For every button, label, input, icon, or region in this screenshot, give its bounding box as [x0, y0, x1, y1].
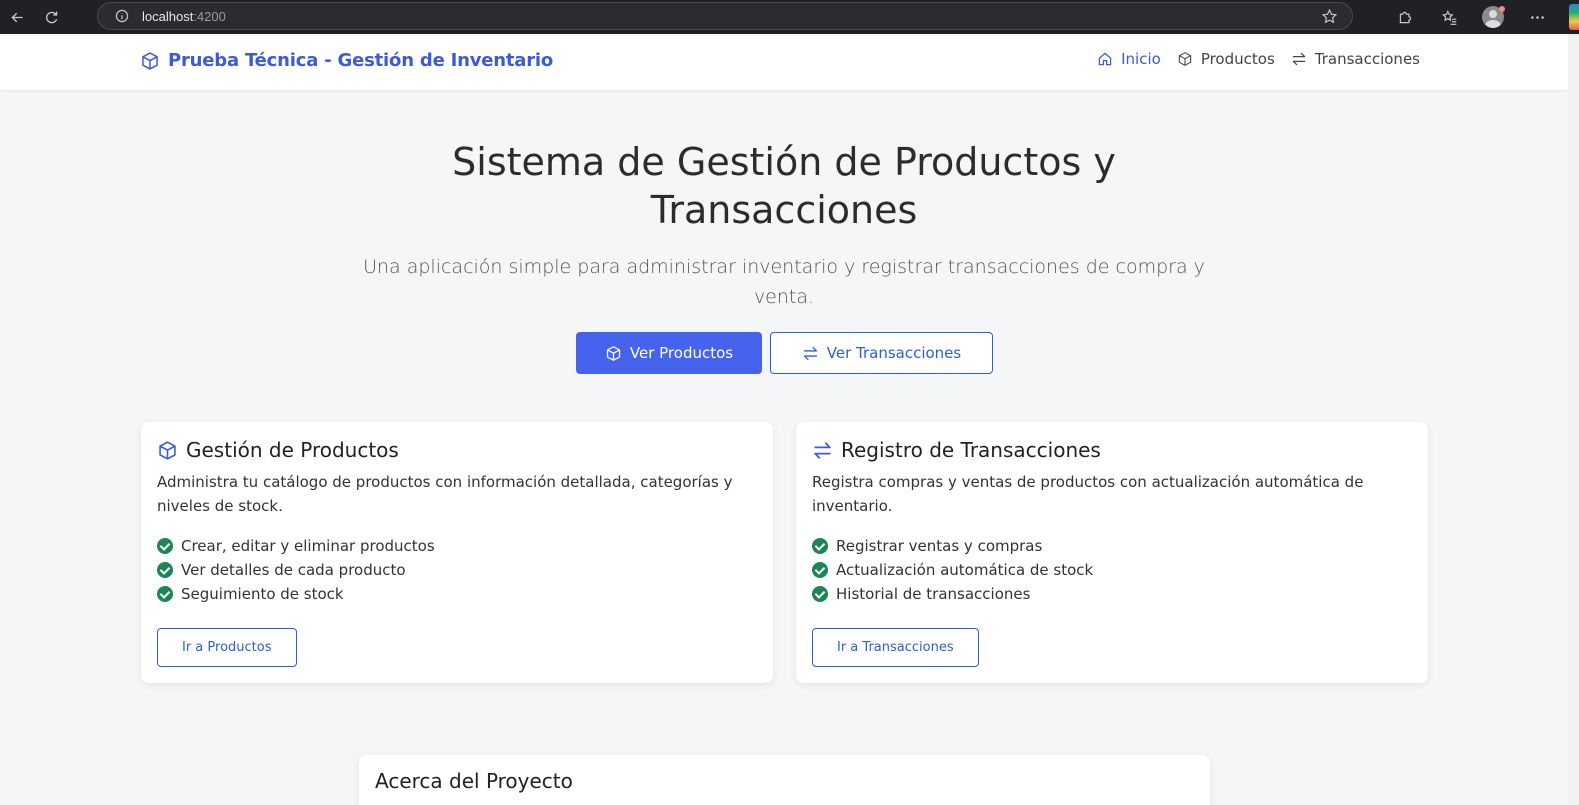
ver-transacciones-label: Ver Transacciones: [826, 344, 962, 362]
card-title: Gestión de Productos: [157, 438, 757, 462]
feature-text: Seguimiento de stock: [181, 585, 344, 603]
brand-link[interactable]: Prueba Técnica - Gestión de Inventario: [140, 50, 553, 71]
ir-a-transacciones-button[interactable]: Ir a Transacciones: [812, 628, 979, 667]
puzzle-icon: [1399, 11, 1411, 23]
nav-links: Inicio Productos Transacciones: [1097, 50, 1420, 68]
list-item: Historial de transacciones: [812, 582, 1412, 606]
check-circle-icon: [812, 586, 828, 602]
check-circle-icon: [812, 538, 828, 554]
arrows-exchange-icon: [803, 346, 817, 360]
favorites-button[interactable]: [1427, 0, 1471, 34]
page-title: Sistema de Gestión de Productos y Transa…: [452, 140, 1116, 232]
ver-transacciones-button[interactable]: Ver Transacciones: [770, 332, 993, 374]
list-item: Crear, editar y eliminar productos: [157, 534, 757, 558]
extensions-button[interactable]: [1383, 0, 1427, 34]
box-icon: [142, 51, 158, 70]
profile-button[interactable]: [1471, 0, 1515, 34]
brand-title: Prueba Técnica - Gestión de Inventario: [168, 50, 554, 71]
list-item: Registrar ventas y compras: [812, 534, 1412, 558]
reload-button[interactable]: [34, 0, 68, 34]
nav-productos-label: Productos: [1200, 50, 1275, 68]
back-button[interactable]: [0, 0, 34, 34]
card-description: Administra tu catálogo de productos con …: [157, 473, 733, 515]
box-icon: [606, 345, 621, 361]
box-icon: [159, 440, 176, 460]
home-icon: [1098, 52, 1112, 66]
check-circle-icon: [812, 562, 828, 578]
card-description: Registra compras y ventas de productos c…: [812, 473, 1364, 515]
more-icon: [1530, 15, 1544, 19]
list-item: Actualización automática de stock: [812, 558, 1412, 582]
feature-text: Historial de transacciones: [836, 585, 1031, 603]
feature-text: Actualización automática de stock: [836, 561, 1094, 579]
feature-text: Crear, editar y eliminar productos: [181, 537, 435, 555]
nav-inicio[interactable]: Inicio: [1097, 50, 1161, 68]
address-bar[interactable]: localhost:4200: [97, 2, 1353, 30]
copilot-icon[interactable]: [1569, 4, 1579, 30]
url-text: localhost:4200: [142, 9, 226, 24]
reload-icon: [45, 11, 57, 23]
url-port: :4200: [193, 8, 226, 24]
feature-list: Crear, editar y eliminar productos Ver d…: [157, 534, 757, 606]
page-subtitle: Una aplicación simple para administrar i…: [363, 256, 1205, 308]
feature-text: Registrar ventas y compras: [836, 537, 1043, 555]
scrollbar[interactable]: [1568, 34, 1579, 805]
arrows-exchange-icon: [814, 441, 831, 459]
favorites-list-icon: [1441, 9, 1456, 25]
page-viewport: Prueba Técnica - Gestión de Inventario I…: [0, 34, 1568, 805]
card-title: Registro de Transacciones: [812, 438, 1412, 462]
browser-actions: [1383, 0, 1579, 34]
browser-toolbar: localhost:4200: [0, 0, 1579, 34]
arrows-exchange-icon: [1292, 52, 1306, 66]
feature-text: Ver detalles de cada producto: [181, 561, 406, 579]
arrow-left-icon: [10, 12, 23, 22]
nav-transacciones-label: Transacciones: [1314, 50, 1420, 68]
feature-list: Registrar ventas y compras Actualización…: [812, 534, 1412, 606]
ver-productos-button[interactable]: Ver Productos: [576, 332, 762, 374]
box-icon: [1178, 52, 1192, 66]
productos-card: Gestión de Productos Administra tu catál…: [141, 422, 773, 683]
list-item: Ver detalles de cada producto: [157, 558, 757, 582]
card-title-text: Gestión de Productos: [186, 438, 399, 462]
app-navbar: Prueba Técnica - Gestión de Inventario I…: [0, 34, 1568, 90]
transacciones-card: Registro de Transacciones Registra compr…: [796, 422, 1428, 683]
check-circle-icon: [157, 562, 173, 578]
star-icon[interactable]: [1321, 8, 1338, 25]
nav-productos[interactable]: Productos: [1177, 50, 1275, 68]
about-title: Acerca del Proyecto: [375, 769, 573, 793]
card-title-text: Registro de Transacciones: [841, 438, 1101, 462]
menu-button[interactable]: [1515, 0, 1559, 34]
about-card: Acerca del Proyecto: [359, 755, 1210, 805]
hero-actions: Ver Productos Ver Transacciones: [576, 332, 993, 374]
notification-dot: [1499, 6, 1505, 12]
site-info-icon[interactable]: [114, 8, 130, 24]
nav-inicio-label: Inicio: [1121, 50, 1161, 68]
ir-a-productos-button[interactable]: Ir a Productos: [157, 628, 297, 667]
ver-productos-label: Ver Productos: [629, 344, 734, 362]
list-item: Seguimiento de stock: [157, 582, 757, 606]
check-circle-icon: [157, 538, 173, 554]
nav-transacciones[interactable]: Transacciones: [1291, 50, 1420, 68]
url-host: localhost: [142, 8, 194, 24]
check-circle-icon: [157, 586, 173, 602]
